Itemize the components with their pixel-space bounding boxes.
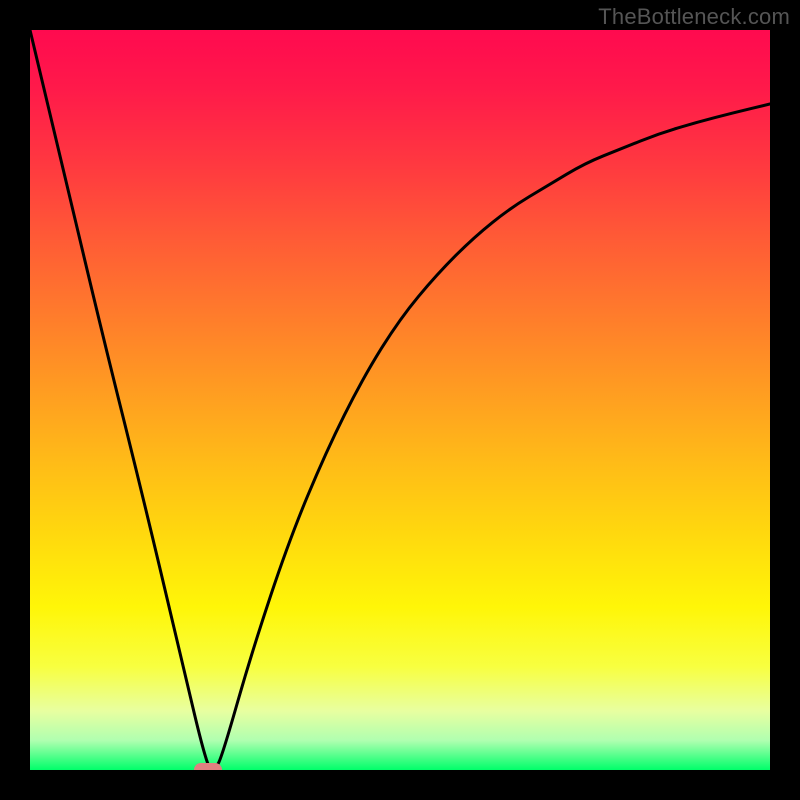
chart-frame: TheBottleneck.com — [0, 0, 800, 800]
curve-svg — [30, 30, 770, 770]
watermark-text: TheBottleneck.com — [598, 4, 790, 30]
bottleneck-curve — [30, 30, 770, 770]
plot-area — [30, 30, 770, 770]
optimal-point-marker — [194, 763, 222, 770]
